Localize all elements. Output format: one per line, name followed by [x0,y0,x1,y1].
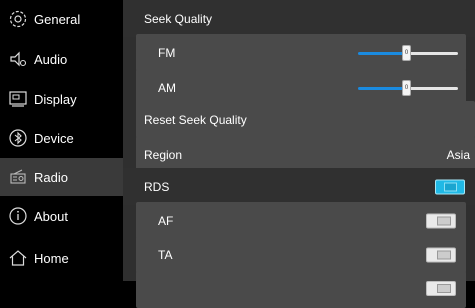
info-icon [7,205,29,227]
af-row: AF [136,202,466,239]
home-icon [7,247,29,269]
sidebar-item-label: General [34,11,81,27]
slider-knob[interactable]: 0 [402,79,411,96]
sidebar-item-label: Audio [34,51,68,67]
next-settings-row [136,271,466,308]
reset-seek-quality-button[interactable]: Reset Seek Quality [136,101,475,138]
sidebar-item-home[interactable]: Home [0,239,123,277]
section-title: Seek Quality [144,11,213,26]
sidebar: General Audio Display Device Radio About… [0,0,123,281]
sidebar-item-display[interactable]: Display [0,80,123,118]
speaker-icon [7,48,29,70]
toggle-handle [444,182,457,191]
fm-label: FM [158,45,176,60]
sidebar-item-label: About [34,208,68,224]
ta-toggle[interactable] [426,247,456,262]
gear-icon [7,8,29,30]
toggle-handle [437,216,451,225]
region-value: Asia [446,147,470,162]
am-label: AM [158,80,176,95]
rds-toggle[interactable] [435,179,465,194]
region-label: Region [144,147,183,162]
toggle-handle [437,250,451,259]
sidebar-item-about[interactable]: About [0,197,123,235]
slider-knob[interactable]: 0 [402,44,411,61]
sidebar-item-device[interactable]: Device [0,119,123,157]
af-toggle[interactable] [426,213,456,228]
sidebar-item-label: Radio [34,169,68,185]
fm-seek-row: FM 0 [136,34,466,71]
sidebar-item-radio[interactable]: Radio [0,158,123,196]
display-icon [7,88,29,110]
sidebar-item-label: Display [34,91,77,107]
sidebar-item-label: Device [34,130,74,146]
am-seek-slider[interactable]: 0 [358,79,458,96]
rds-label: RDS [144,179,170,194]
ta-row: TA [136,236,466,273]
slider-fill [358,51,404,55]
settings-panel: Seek Quality FM 0 AM 0 Reset Seek Qualit… [123,0,475,308]
radio-settings-screen: General Audio Display Device Radio About… [0,0,475,308]
slider-fill [358,86,404,90]
sidebar-item-general[interactable]: General [0,0,123,38]
radio-icon [7,166,29,188]
rds-row: RDS [123,168,475,205]
section-header-seek-quality: Seek Quality [123,0,475,37]
sidebar-item-audio[interactable]: Audio [0,40,123,78]
bluetooth-icon [7,127,29,149]
slider-track [406,86,458,90]
toggle-handle [437,284,451,293]
fm-seek-slider[interactable]: 0 [358,44,458,61]
next-toggle[interactable] [426,281,456,296]
slider-track [406,51,458,55]
sidebar-item-label: Home [34,250,69,266]
ta-label: TA [158,247,173,262]
reset-label: Reset Seek Quality [144,112,247,127]
af-label: AF [158,213,174,228]
